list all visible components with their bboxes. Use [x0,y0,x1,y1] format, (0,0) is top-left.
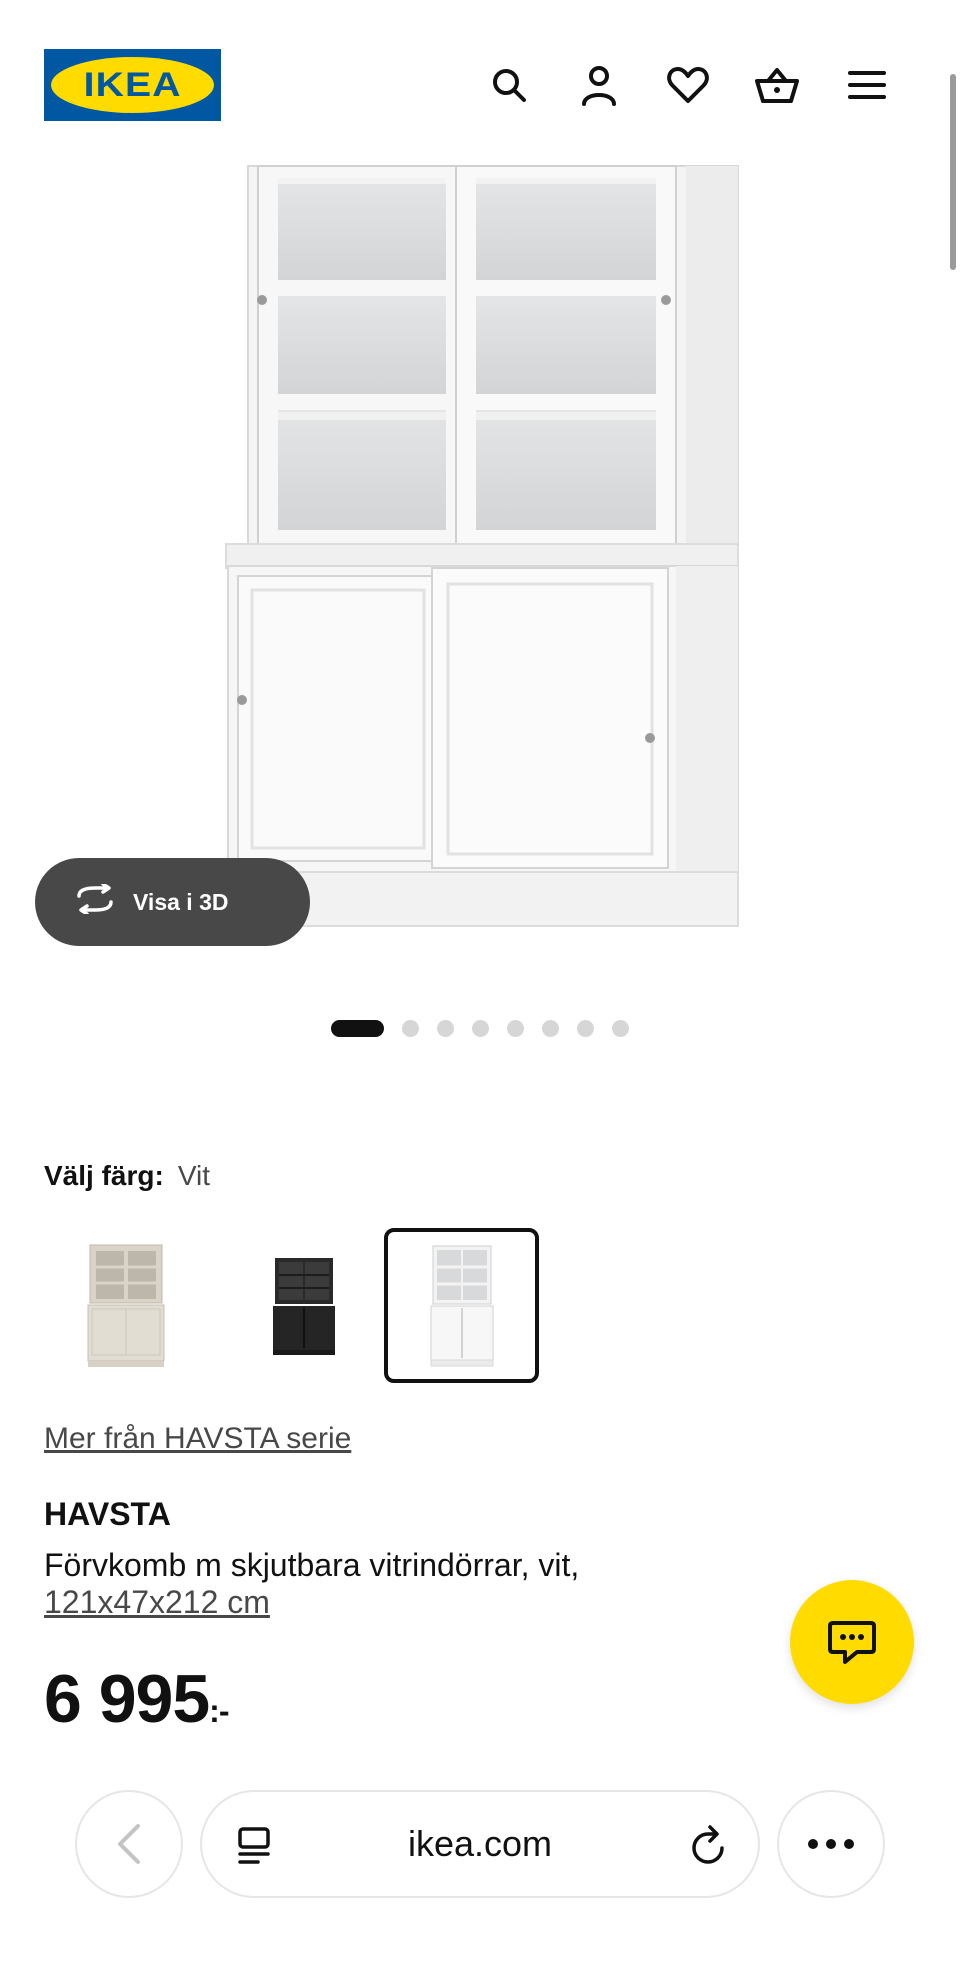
color-label-text: Välj färg: [44,1160,164,1191]
color-swatch-beige[interactable] [48,1228,203,1383]
logo-oval: IKEA [51,57,214,113]
product-image-gallery[interactable] [0,160,960,960]
product-image [225,165,739,927]
color-selector-label: Välj färg: Vit [44,1160,210,1192]
reload-icon[interactable] [688,1824,728,1873]
browser-back-button[interactable] [75,1790,183,1898]
ikea-logo[interactable]: IKEA [44,49,221,121]
gallery-pagination [0,1016,960,1040]
price-amount: 6 995 [44,1661,210,1737]
gallery-dot[interactable] [472,1019,489,1037]
address-bar-url: ikea.com [407,1823,553,1864]
price-suffix: :- [209,1693,229,1729]
site-header: IKEA [0,0,960,160]
gallery-dot[interactable] [542,1019,559,1037]
chevron-left-icon [118,1824,140,1864]
selected-color-value: Vit [177,1160,210,1191]
product-price: 6 995:- [44,1660,230,1738]
gallery-dot[interactable] [402,1019,419,1037]
product-name: HAVSTA [44,1496,171,1532]
product-size-link[interactable]: 121x47x212 cm [44,1584,270,1621]
search-icon[interactable] [484,60,534,110]
browser-more-button[interactable] [777,1790,885,1898]
color-swatch-black[interactable] [226,1228,381,1383]
black-cabinet-thumbnail [272,1257,335,1355]
menu-icon[interactable] [842,60,892,110]
gallery-dot-active[interactable] [331,1019,384,1037]
product-description: Förvkomb m skjutbara vitrindörrar, vit, [44,1547,580,1583]
basket-icon[interactable] [752,60,802,110]
logo-text: IKEA [83,65,182,104]
more-horizontal-icon [808,1839,854,1849]
color-swatch-white[interactable] [384,1228,539,1383]
gallery-dot[interactable] [577,1019,594,1037]
address-bar[interactable]: ikea.com [200,1790,760,1898]
reader-mode-icon[interactable] [236,1826,272,1871]
chat-icon [828,1621,876,1664]
gallery-dot[interactable] [437,1019,454,1037]
page-scrollbar[interactable] [950,74,956,270]
beige-cabinet-thumbnail [87,1244,164,1367]
chat-button[interactable] [790,1580,914,1704]
rotate-3d-icon [73,882,117,920]
account-icon[interactable] [574,60,624,110]
browser-toolbar: ikea.com [0,1760,960,1971]
gallery-dot[interactable] [507,1019,524,1037]
white-cabinet-thumbnail [430,1245,493,1366]
gallery-dot[interactable] [612,1019,629,1037]
view-in-3d-label: Visa i 3D [133,888,229,915]
series-link[interactable]: Mer från HAVSTA serie [44,1422,351,1456]
heart-icon[interactable] [663,60,713,110]
view-in-3d-button[interactable]: Visa i 3D [35,858,310,946]
